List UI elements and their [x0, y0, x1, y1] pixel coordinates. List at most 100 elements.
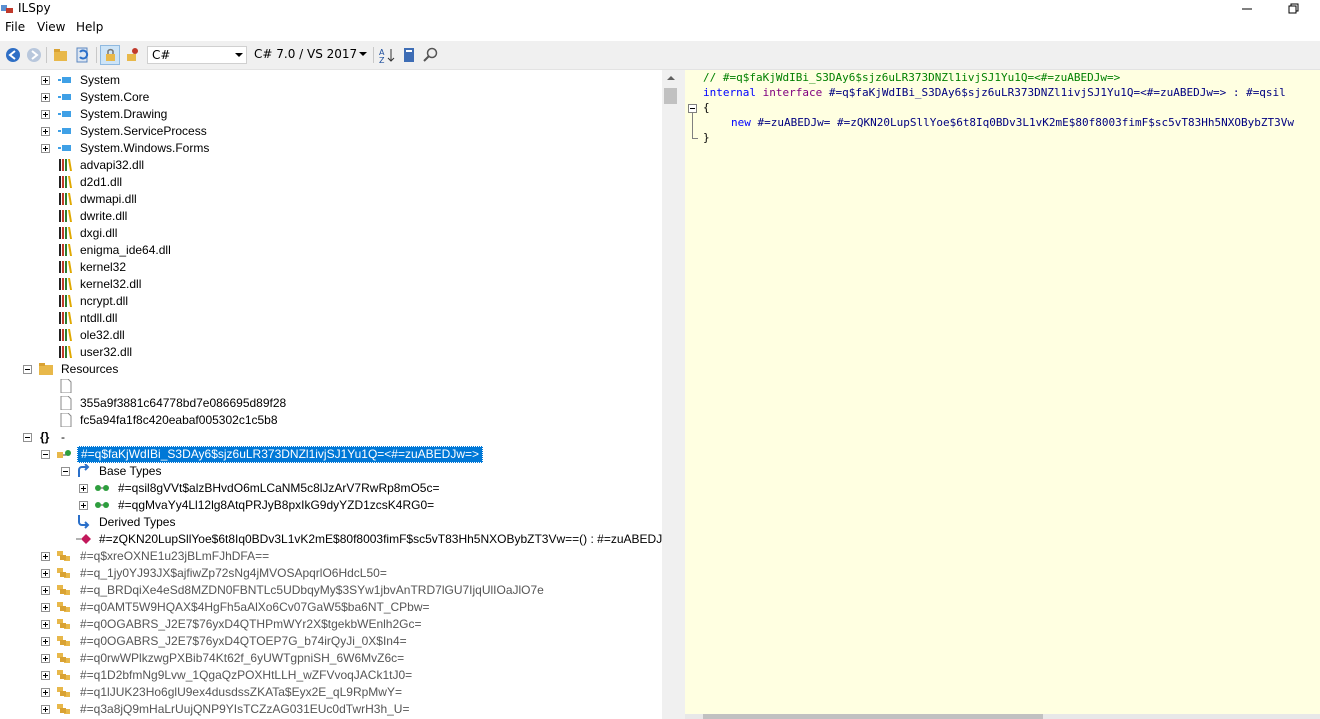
refresh-icon[interactable]	[74, 46, 92, 64]
language-select[interactable]: C#	[147, 46, 247, 64]
expand-icon[interactable]	[41, 93, 50, 102]
expand-icon[interactable]	[41, 569, 50, 578]
tree-node[interactable]: 355a9f3881c64778bd7e086695d89f28	[0, 395, 660, 412]
tree-node-namespace[interactable]: {} -	[0, 429, 660, 446]
tree-node[interactable]: enigma_ide64.dll	[0, 242, 660, 259]
tree-node[interactable]: dwrite.dll	[0, 208, 660, 225]
tree-item-label: Base Types	[99, 464, 162, 478]
chevron-down-icon	[359, 52, 367, 56]
tree-node-derived-types[interactable]: Derived Types	[0, 514, 660, 531]
expand-icon[interactable]	[41, 586, 50, 595]
collapse-icon[interactable]	[23, 365, 32, 374]
tree-item-label: #=q1D2bfmNg9Lvw_1QgaQzPOXHtLLH_wZFVvoqJA…	[80, 668, 413, 682]
tree-item-label: #=q3a8jQ9mHaLrUujQNP9YIsTCZzAG031EUc0dTw…	[80, 702, 410, 716]
back-icon[interactable]	[4, 46, 22, 64]
expand-icon[interactable]	[41, 654, 50, 663]
tree-node[interactable]: #=q1D2bfmNg9Lvw_1QgaQzPOXHtLLH_wZFVvoqJA…	[0, 667, 660, 684]
tree-node[interactable]: dwmapi.dll	[0, 191, 660, 208]
tree-item-label: #=q0AMT5W9HQAX$4HgFh5aAlXo6Cv07GaW5$ba6N…	[80, 600, 430, 614]
tree-node[interactable]: #=q$xreOXNE1u23jBLmFJhDFA==	[0, 548, 660, 565]
tree-node[interactable]: System	[0, 72, 660, 89]
tree-node[interactable]: #=q0OGABRS_J2E7$76yxD4QTOEP7G_b74irQyJi_…	[0, 633, 660, 650]
fold-toggle-icon[interactable]	[688, 104, 697, 113]
manage-assemblies-icon[interactable]	[400, 46, 418, 64]
menu-help[interactable]: Help	[76, 20, 103, 34]
interface-icon	[57, 450, 71, 458]
tree-node[interactable]: kernel32	[0, 259, 660, 276]
tree-node-resources[interactable]: Resources	[0, 361, 660, 378]
menu-file[interactable]: File	[5, 20, 25, 34]
restore-icon[interactable]	[1280, 0, 1310, 18]
class-icon	[57, 619, 70, 629]
expand-icon[interactable]	[41, 620, 50, 629]
tree-scrollbar[interactable]	[662, 70, 679, 719]
tree-node[interactable]: dxgi.dll	[0, 225, 660, 242]
tree-node[interactable]: #=q_BRDqiXe4eSd8MZDN0FBNTLc5UDbqyMy$3SYw…	[0, 582, 660, 599]
expand-icon[interactable]	[41, 127, 50, 136]
tree-item-label: fc5a94fa1f8c420eabaf005302c1c5b8	[80, 413, 278, 427]
tree-node[interactable]: #=q1lJUK23Ho6glU9ex4dusdssZKATa$Eyx2E_qL…	[0, 684, 660, 701]
tree-node[interactable]: #=q3a8jQ9mHaLrUujQNP9YIsTCZzAG031EUc0dTw…	[0, 701, 660, 718]
expand-icon[interactable]	[41, 637, 50, 646]
scrollbar-thumb[interactable]	[703, 714, 1043, 719]
tree-node[interactable]: #=qgMvaYy4Ll12lg8AtqPRJyB8pxIkG9dyYZD1zc…	[0, 497, 660, 514]
expand-icon[interactable]	[41, 705, 50, 714]
scrollbar-thumb[interactable]	[664, 88, 677, 104]
tree-node[interactable]: fc5a94fa1f8c420eabaf005302c1c5b8	[0, 412, 660, 429]
tree-node[interactable]: #=q0OGABRS_J2E7$76yxD4QTHPmWYr2X$tgekbWE…	[0, 616, 660, 633]
expand-icon[interactable]	[79, 501, 88, 510]
tree-node-method[interactable]: #=zQKN20LupSllYoe$6t8Iq0BDv3L1vK2mE$80f8…	[0, 531, 662, 548]
code-member: new #=zuABEDJw= #=zQKN20LupSllYoe$6t8Iq0…	[731, 116, 1294, 129]
menu-view[interactable]: View	[37, 20, 65, 34]
tree-node[interactable]: System.Windows.Forms	[0, 140, 660, 157]
tree-node[interactable]: ntdll.dll	[0, 310, 660, 327]
expand-icon[interactable]	[41, 671, 50, 680]
tree-node[interactable]: ncrypt.dll	[0, 293, 660, 310]
tree-node-selected-type[interactable]: #=q$faKjWdIBi_S3DAy6$sjz6uLR373DNZl1ivjS…	[0, 446, 660, 463]
forward-icon[interactable]	[25, 46, 43, 64]
tree-node[interactable]: #=q_1jy0YJ93JX$ajfiwZp72sNg4jMVOSApqrlO6…	[0, 565, 660, 582]
minimize-icon[interactable]	[1232, 0, 1262, 18]
library-icon	[59, 329, 72, 341]
tree-item-label: Resources	[61, 362, 119, 376]
expand-icon[interactable]	[41, 76, 50, 85]
expand-icon[interactable]	[41, 144, 50, 153]
expand-icon[interactable]	[41, 110, 50, 119]
tree-node[interactable]: ole32.dll	[0, 327, 660, 344]
tree-item-label: #=q0OGABRS_J2E7$76yxD4QTHPmWYr2X$tgekbWE…	[80, 617, 422, 631]
open-icon[interactable]	[52, 46, 70, 64]
tree-item-label: kernel32	[80, 260, 127, 274]
base-types-icon	[78, 464, 90, 477]
tree-node[interactable]: d2d1.dll	[0, 174, 660, 191]
show-all-members-icon[interactable]	[123, 46, 141, 64]
sort-icon[interactable]: AZ	[378, 46, 396, 64]
assembly-tree[interactable]: System System.Core System.Drawing System…	[0, 70, 662, 719]
resource-file-icon	[60, 396, 72, 410]
expand-icon[interactable]	[41, 688, 50, 697]
language-version-select[interactable]: C# 7.0 / VS 2017	[250, 46, 370, 64]
search-icon[interactable]	[422, 46, 440, 64]
code-horizontal-scrollbar[interactable]	[685, 714, 1320, 719]
library-icon	[59, 210, 72, 222]
show-public-only-icon[interactable]	[100, 45, 120, 65]
tree-node[interactable]: advapi32.dll	[0, 157, 660, 174]
tree-node[interactable]: System.Core	[0, 89, 660, 106]
scroll-up-icon[interactable]	[667, 76, 675, 80]
tree-node[interactable]: System.Drawing	[0, 106, 660, 123]
expand-icon[interactable]	[41, 603, 50, 612]
collapse-icon[interactable]	[23, 433, 32, 442]
tree-node-base-types[interactable]: Base Types	[0, 463, 660, 480]
class-icon	[57, 636, 70, 646]
tree-node[interactable]: System.ServiceProcess	[0, 123, 660, 140]
tree-node[interactable]: user32.dll	[0, 344, 660, 361]
tree-node[interactable]: kernel32.dll	[0, 276, 660, 293]
tree-node[interactable]: #=qsil8gVVt$alzBHvdO6mLCaNM5c8lJzArV7RwR…	[0, 480, 660, 497]
tree-node[interactable]: #=q0AMT5W9HQAX$4HgFh5aAlXo6Cv07GaW5$ba6N…	[0, 599, 660, 616]
collapse-icon[interactable]	[41, 450, 50, 459]
decompiled-code-view[interactable]: // #=q$faKjWdIBi_S3DAy6$sjz6uLR373DNZl1i…	[685, 70, 1320, 719]
collapse-icon[interactable]	[61, 467, 70, 476]
expand-icon[interactable]	[41, 552, 50, 561]
expand-icon[interactable]	[79, 484, 88, 493]
tree-node[interactable]: #=q0rwWPlkzwgPXBib74Kt62f_6yUWTgpniSH_6W…	[0, 650, 660, 667]
tree-node[interactable]	[0, 378, 660, 395]
